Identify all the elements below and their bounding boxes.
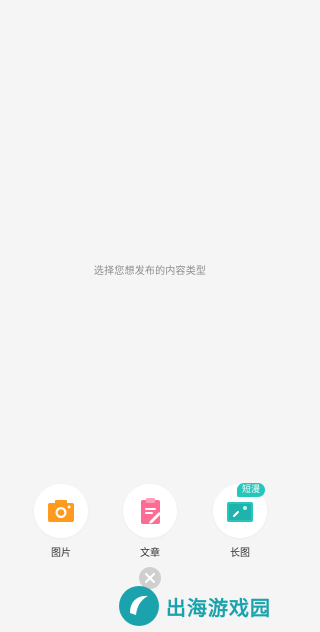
option-article-circle[interactable]: [123, 484, 177, 538]
close-icon: [145, 573, 155, 583]
long-image-icon: [227, 502, 253, 522]
option-photo[interactable]: 图片: [31, 484, 91, 559]
watermark-text: 出海游戏园: [166, 595, 271, 620]
document-edit-icon: [141, 498, 161, 524]
camera-icon: [48, 500, 74, 522]
option-photo-label: 图片: [51, 548, 71, 559]
watermark-logo-icon: [119, 586, 159, 626]
option-photo-circle[interactable]: [34, 484, 88, 538]
option-long-image-label: 长图: [230, 548, 250, 559]
content-type-prompt: 选择您想发布的内容类型: [93, 266, 207, 277]
option-article[interactable]: 文章: [120, 484, 180, 559]
watermark: 出海游戏园: [118, 585, 300, 627]
option-article-label: 文章: [140, 548, 160, 559]
short-comic-badge: 短漫: [237, 483, 266, 497]
